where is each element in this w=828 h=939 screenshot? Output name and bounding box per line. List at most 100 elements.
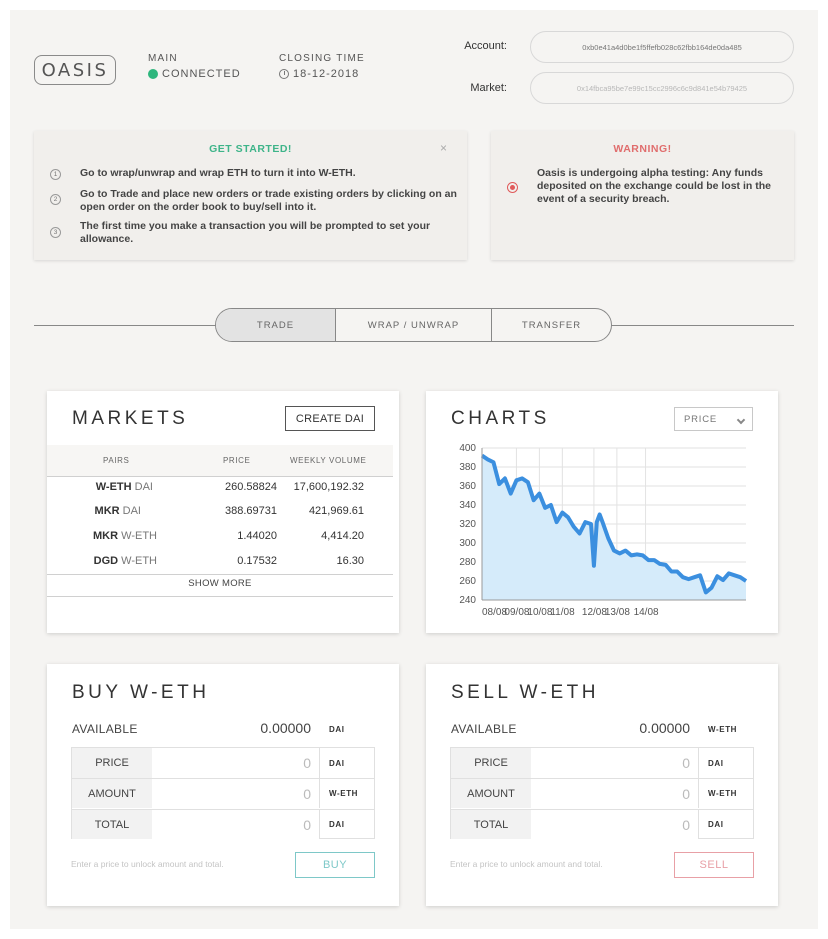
pair-base: MKR xyxy=(93,530,119,542)
buy-amount-label: AMOUNT xyxy=(72,779,152,808)
sell-button[interactable]: SELL xyxy=(674,852,754,878)
pair-quote: DAI xyxy=(122,505,141,517)
buy-price-input[interactable]: 0 xyxy=(152,748,319,778)
buy-price-label: PRICE xyxy=(72,748,152,778)
pair-quote: DAI xyxy=(134,481,153,493)
price-cell: 1.44020 xyxy=(237,530,277,542)
create-dai-button[interactable]: CREATE DAI xyxy=(285,406,375,431)
pair: MKR W-ETH xyxy=(73,530,157,542)
tab-wrap-unwrap[interactable]: WRAP / UNWRAP xyxy=(336,309,492,341)
charts-title: CHARTS xyxy=(451,408,550,429)
pair-base: MKR xyxy=(94,505,120,517)
buy-total-unit: DAI xyxy=(319,810,374,839)
show-more-link[interactable]: SHOW MORE xyxy=(47,578,393,589)
closing-time-label: CLOSING TIME xyxy=(279,53,365,64)
warning-panel: WARNING! Oasis is undergoing alpha testi… xyxy=(491,131,794,260)
buy-amount-unit: W-ETH xyxy=(319,779,374,808)
y-tick-label: 380 xyxy=(459,462,476,473)
warning-text: Oasis is undergoing alpha testing: Any f… xyxy=(537,167,771,205)
sell-total-row: TOTAL 0 DAI xyxy=(451,809,753,839)
table-row[interactable]: MKR W-ETH 1.44020 4,414.20 xyxy=(47,525,393,549)
sell-form: PRICE 0 DAI AMOUNT 0 W-ETH TOTAL 0 DAI xyxy=(450,747,754,839)
x-tick-label: 11/08 xyxy=(550,607,575,618)
chevron-down-icon xyxy=(736,415,746,425)
step-2-icon: 2 xyxy=(50,194,61,205)
buy-button[interactable]: BUY xyxy=(295,852,375,878)
markets-card: MARKETS CREATE DAI PAIRS PRICE WEEKLY VO… xyxy=(47,391,399,633)
step-1-icon: 1 xyxy=(50,169,61,180)
pair: DGD W-ETH xyxy=(73,555,157,567)
sell-card: SELL W-ETH AVAILABLE 0.00000 W-ETH PRICE… xyxy=(426,664,778,906)
markets-title: MARKETS xyxy=(72,408,189,429)
y-tick-label: 300 xyxy=(459,538,476,549)
sell-total-unit: DAI xyxy=(698,810,753,839)
warning-dot-icon xyxy=(507,182,518,193)
buy-amount-row: AMOUNT 0 W-ETH xyxy=(72,778,374,808)
pair-base: DGD xyxy=(93,555,119,567)
main-tabs: TRADE WRAP / UNWRAP TRANSFER xyxy=(215,308,612,342)
close-icon[interactable]: × xyxy=(440,141,447,155)
sell-price-input[interactable]: 0 xyxy=(531,748,698,778)
get-started-title: GET STARTED! xyxy=(209,143,292,155)
tabs-divider-right xyxy=(611,325,794,326)
volume-cell: 16.30 xyxy=(336,555,364,567)
pair: W-ETH DAI xyxy=(73,481,153,493)
y-tick-label: 360 xyxy=(459,481,476,492)
col-pairs: PAIRS xyxy=(103,456,130,465)
step-2-text: Go to Trade and place new orders or trad… xyxy=(80,188,457,213)
table-row[interactable]: MKR DAI 388.69731 421,969.61 xyxy=(47,500,393,524)
pair-quote: W-ETH xyxy=(121,530,157,542)
sell-amount-input[interactable]: 0 xyxy=(531,779,698,808)
price-cell: 388.69731 xyxy=(225,505,277,517)
col-price: PRICE xyxy=(223,456,251,465)
buy-hint: Enter a price to unlock amount and total… xyxy=(71,859,224,869)
table-row[interactable]: W-ETH DAI 260.58824 17,600,192.32 xyxy=(47,476,393,500)
account-label: Account: xyxy=(464,40,507,52)
chart-type-select[interactable]: PRICE xyxy=(674,407,753,431)
table-row[interactable]: DGD W-ETH 0.17532 16.30 xyxy=(47,550,393,574)
x-tick-label: 13/08 xyxy=(605,607,630,618)
closing-date: 18-12-2018 xyxy=(293,68,360,80)
account-address-field[interactable]: 0xb0e41a4d0be1f5ffefb028c62fbb164de0da48… xyxy=(530,31,794,63)
price-cell: 0.17532 xyxy=(237,555,277,567)
x-tick-label: 09/08 xyxy=(504,607,529,618)
buy-total-input[interactable]: 0 xyxy=(152,810,319,839)
chart-type-value: PRICE xyxy=(684,413,718,425)
y-tick-label: 240 xyxy=(459,595,476,606)
buy-form: PRICE 0 DAI AMOUNT 0 W-ETH TOTAL 0 DAI xyxy=(71,747,375,839)
buy-amount-input[interactable]: 0 xyxy=(152,779,319,808)
col-weekly-volume: WEEKLY VOLUME xyxy=(290,456,367,465)
buy-price-unit: DAI xyxy=(319,748,374,778)
y-tick-label: 400 xyxy=(459,443,476,454)
sell-total-label: TOTAL xyxy=(451,810,531,839)
sell-total-input[interactable]: 0 xyxy=(531,810,698,839)
get-started-panel: GET STARTED! × 1 Go to wrap/unwrap and w… xyxy=(34,131,467,260)
price-chart: 24026028030032034036038040008/0809/0810/… xyxy=(459,443,748,618)
sell-price-unit: DAI xyxy=(698,748,753,778)
buy-available-value: 0.00000 xyxy=(260,720,311,736)
sell-available-label: AVAILABLE xyxy=(451,722,517,736)
buy-title: BUY W-ETH xyxy=(72,682,210,703)
x-tick-label: 14/08 xyxy=(634,607,659,618)
charts-card: CHARTS PRICE 240 260 280 300 320 340 360 380 400… xyxy=(426,391,778,633)
tab-trade[interactable]: TRADE xyxy=(216,309,336,341)
step-3-icon: 3 xyxy=(50,227,61,238)
oasis-logo[interactable]: OASIS xyxy=(34,55,116,85)
x-tick-label: 10/08 xyxy=(527,607,552,618)
markets-table-header: PAIRS PRICE WEEKLY VOLUME xyxy=(47,445,393,476)
table-divider xyxy=(47,574,393,575)
sell-amount-row: AMOUNT 0 W-ETH xyxy=(451,778,753,808)
sell-available-unit: W-ETH xyxy=(708,725,738,734)
tab-transfer[interactable]: TRANSFER xyxy=(492,309,611,341)
buy-card: BUY W-ETH AVAILABLE 0.00000 DAI PRICE 0 … xyxy=(47,664,399,906)
market-address-field[interactable]: 0x14fbca95be7e99c15cc2996c6c9d841e54b794… xyxy=(530,72,794,104)
volume-cell: 4,414.20 xyxy=(321,530,364,542)
clock-icon xyxy=(279,69,289,79)
connected-dot-icon xyxy=(148,69,158,79)
buy-total-row: TOTAL 0 DAI xyxy=(72,809,374,839)
volume-cell: 17,600,192.32 xyxy=(293,481,364,493)
sell-available-value: 0.00000 xyxy=(639,720,690,736)
network-status: CONNECTED xyxy=(148,68,241,80)
sell-hint: Enter a price to unlock amount and total… xyxy=(450,859,603,869)
pair: MKR DAI xyxy=(73,505,141,517)
